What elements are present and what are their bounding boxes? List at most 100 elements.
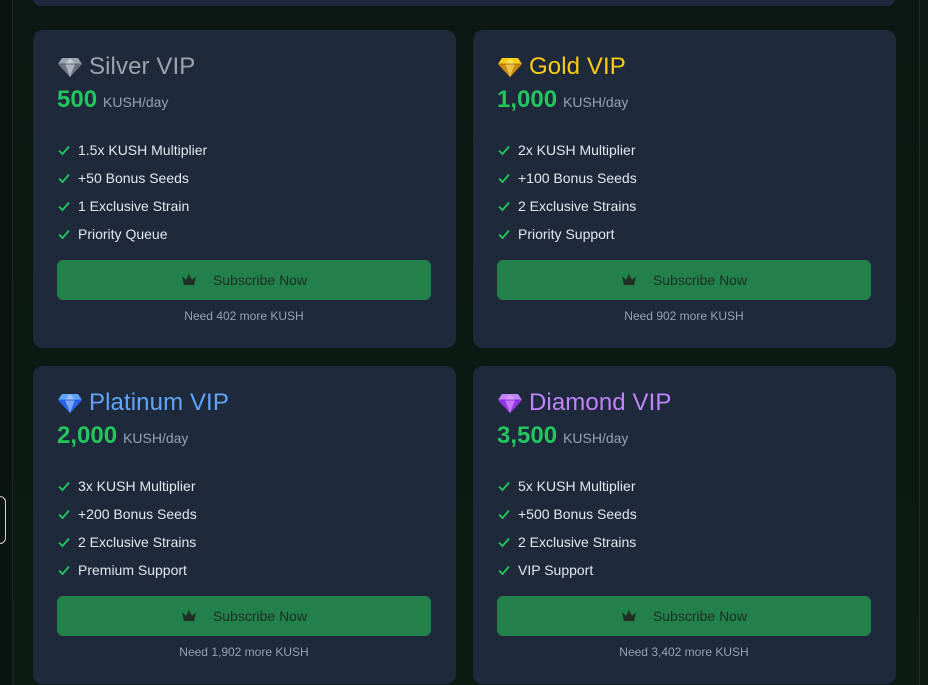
feature-item: Priority Support [497,220,872,248]
vip-plans-page: Silver VIP 500 KUSH/day 1.5x KUSH Multip… [0,0,928,685]
plan-price: 3,500 [497,422,558,449]
check-icon [498,509,510,520]
feature-text: 1.5x KUSH Multiplier [78,142,208,158]
subscribe-label: Subscribe Now [652,272,748,288]
subscribe-button[interactable]: Subscribe Now [57,596,431,636]
check-icon [498,537,510,548]
subscribe-label: Subscribe Now [212,608,308,624]
check-icon [498,565,510,576]
price-row: 3,500 KUSH/day [497,422,872,450]
feature-item: +100 Bonus Seeds [497,164,872,192]
feature-item: +500 Bonus Seeds [497,500,872,528]
crown-icon [181,610,196,621]
price-unit: KUSH/day [563,430,629,446]
plan-name: Platinum VIP [89,389,229,416]
silver-diamond-icon [58,58,82,77]
check-icon [58,229,70,240]
feature-item: Priority Queue [57,220,432,248]
sidebar-toggle-handle[interactable] [0,496,6,544]
price-unit: KUSH/day [103,94,169,110]
check-icon [498,481,510,492]
gold-diamond-icon [498,58,522,77]
check-icon [498,145,510,156]
plan-name: Gold VIP [529,53,626,80]
plan-price: 500 [57,86,98,113]
feature-text: 3x KUSH Multiplier [78,478,196,494]
feature-list: 1.5x KUSH Multiplier +50 Bonus Seeds 1 E… [57,136,432,248]
price-unit: KUSH/day [123,430,189,446]
feature-text: +200 Bonus Seeds [78,506,197,522]
feature-list: 2x KUSH Multiplier +100 Bonus Seeds 2 Ex… [497,136,872,248]
plan-price: 1,000 [497,86,558,113]
feature-item: 3x KUSH Multiplier [57,472,432,500]
check-icon [58,509,70,520]
diamond-icon [498,394,522,413]
plan-header: Platinum VIP [57,388,432,418]
feature-item: 5x KUSH Multiplier [497,472,872,500]
feature-list: 3x KUSH Multiplier +200 Bonus Seeds 2 Ex… [57,472,432,584]
feature-text: Premium Support [78,562,187,578]
check-icon [498,201,510,212]
crown-icon [621,610,636,621]
crown-icon [181,274,196,285]
check-icon [498,173,510,184]
plan-card-silver: Silver VIP 500 KUSH/day 1.5x KUSH Multip… [33,30,456,348]
feature-item: +50 Bonus Seeds [57,164,432,192]
plan-card-diamond: Diamond VIP 3,500 KUSH/day 5x KUSH Multi… [473,366,896,684]
kush-needed-text: Need 3,402 more KUSH [619,645,749,659]
price-row: 1,000 KUSH/day [497,86,872,114]
feature-item: 2 Exclusive Strains [57,528,432,556]
crown-icon [621,274,636,285]
feature-item: 1.5x KUSH Multiplier [57,136,432,164]
platinum-diamond-icon [58,394,82,413]
feature-text: VIP Support [518,562,594,578]
feature-item: 2 Exclusive Strains [497,528,872,556]
check-icon [58,565,70,576]
feature-text: +50 Bonus Seeds [78,170,189,186]
feature-text: 1 Exclusive Strain [78,198,190,214]
subscribe-label: Subscribe Now [212,272,308,288]
previous-section-card [33,0,895,6]
plan-name: Diamond VIP [529,389,672,416]
scrollbar[interactable] [919,0,928,685]
feature-text: 5x KUSH Multiplier [518,478,636,494]
check-icon [58,201,70,212]
plan-header: Silver VIP [57,52,432,82]
feature-text: Priority Queue [78,226,168,242]
plan-header: Gold VIP [497,52,872,82]
plan-price: 2,000 [57,422,118,449]
subscribe-label: Subscribe Now [652,608,748,624]
plan-card-platinum: Platinum VIP 2,000 KUSH/day 3x KUSH Mult… [33,366,456,684]
left-sidebar-edge [0,0,13,685]
feature-list: 5x KUSH Multiplier +500 Bonus Seeds 2 Ex… [497,472,872,584]
kush-needed-text: Need 1,902 more KUSH [179,645,309,659]
price-unit: KUSH/day [563,94,629,110]
feature-item: Premium Support [57,556,432,584]
feature-item: +200 Bonus Seeds [57,500,432,528]
plan-header: Diamond VIP [497,388,872,418]
feature-item: 1 Exclusive Strain [57,192,432,220]
check-icon [58,537,70,548]
feature-item: 2 Exclusive Strains [497,192,872,220]
subscribe-button[interactable]: Subscribe Now [497,596,871,636]
check-icon [498,229,510,240]
feature-item: VIP Support [497,556,872,584]
subscribe-button[interactable]: Subscribe Now [497,260,871,300]
kush-needed-text: Need 402 more KUSH [184,309,304,323]
feature-text: 2x KUSH Multiplier [518,142,636,158]
feature-item: 2x KUSH Multiplier [497,136,872,164]
feature-text: Priority Support [518,226,615,242]
plan-name: Silver VIP [89,53,196,80]
price-row: 500 KUSH/day [57,86,432,114]
feature-text: 2 Exclusive Strains [518,534,637,550]
price-row: 2,000 KUSH/day [57,422,432,450]
plan-card-gold: Gold VIP 1,000 KUSH/day 2x KUSH Multipli… [473,30,896,348]
feature-text: 2 Exclusive Strains [78,534,197,550]
check-icon [58,481,70,492]
check-icon [58,173,70,184]
feature-text: +500 Bonus Seeds [518,506,637,522]
check-icon [58,145,70,156]
feature-text: 2 Exclusive Strains [518,198,637,214]
subscribe-button[interactable]: Subscribe Now [57,260,431,300]
feature-text: +100 Bonus Seeds [518,170,637,186]
